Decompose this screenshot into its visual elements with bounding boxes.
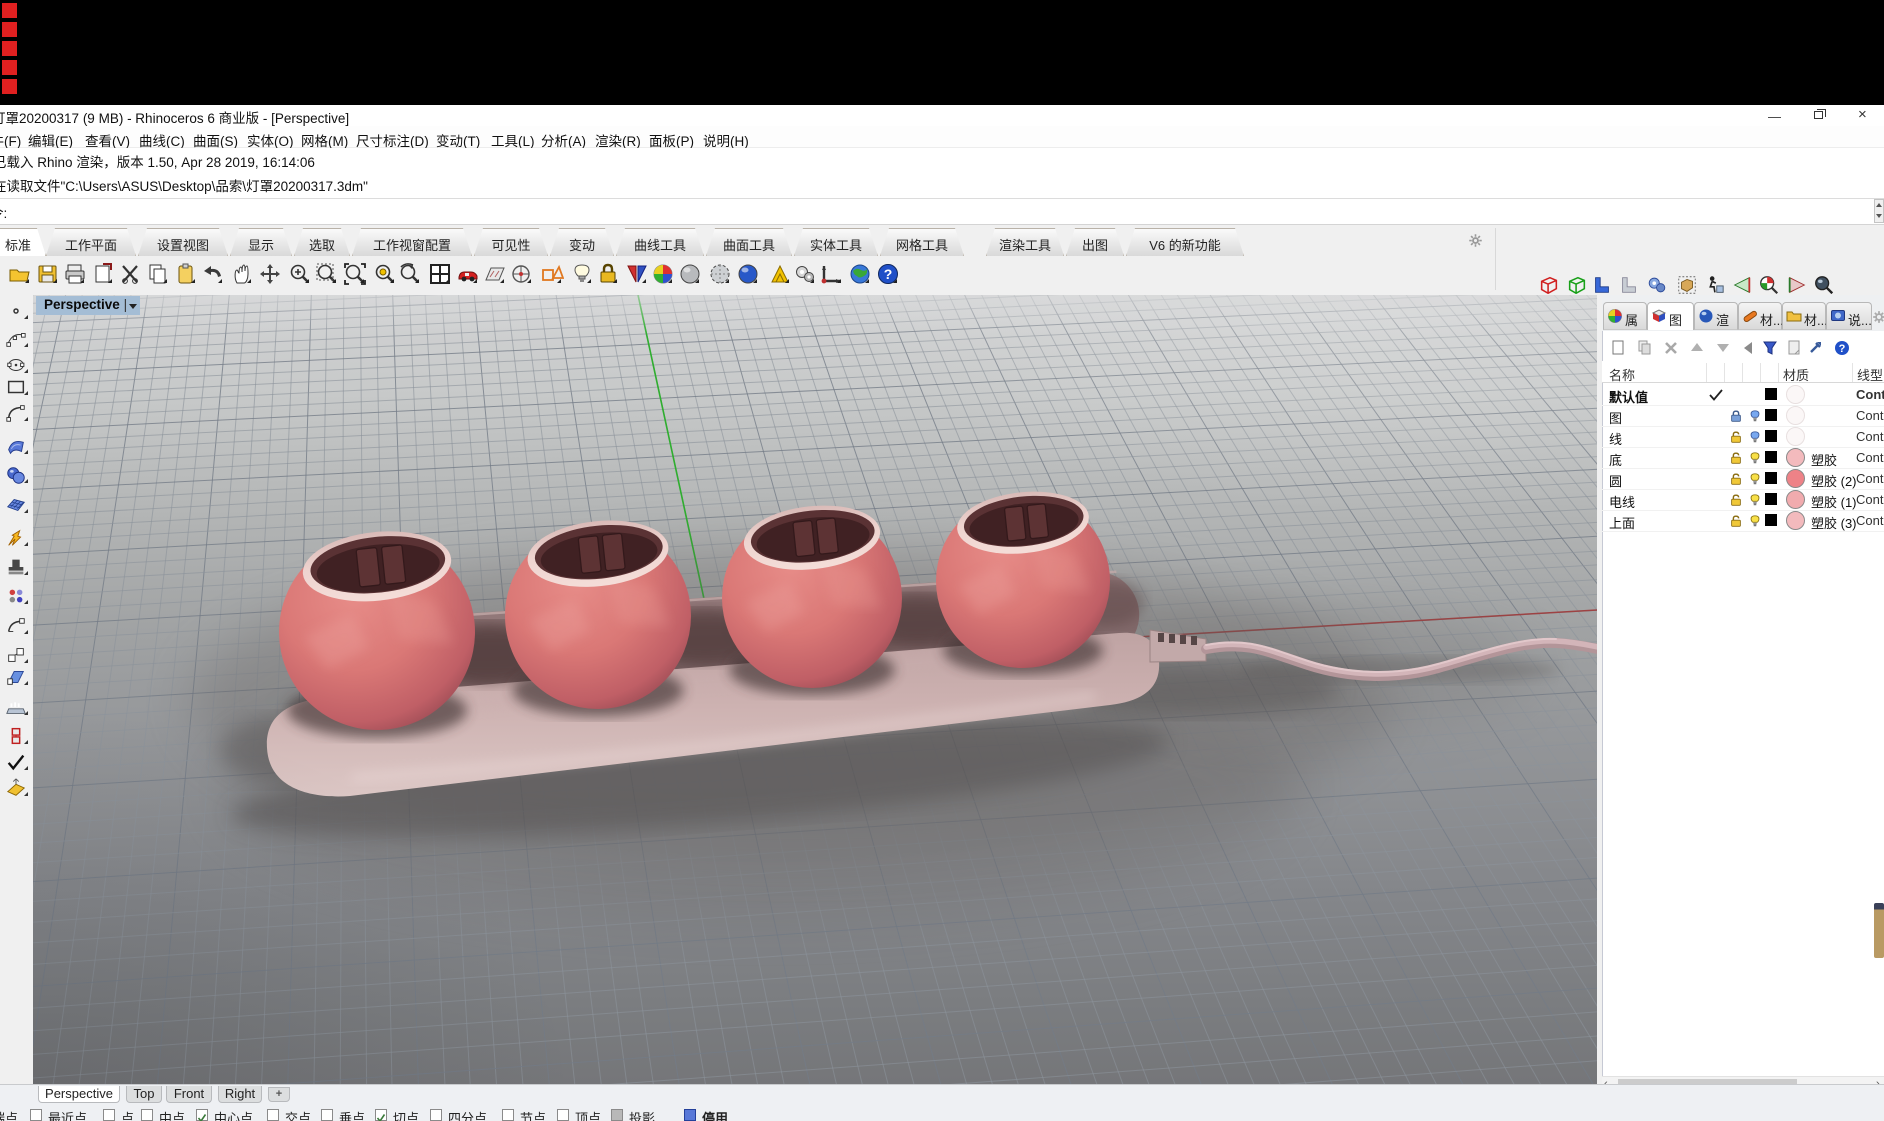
svg-text:?: ? (1839, 343, 1846, 355)
svg-text:?: ? (884, 266, 893, 282)
